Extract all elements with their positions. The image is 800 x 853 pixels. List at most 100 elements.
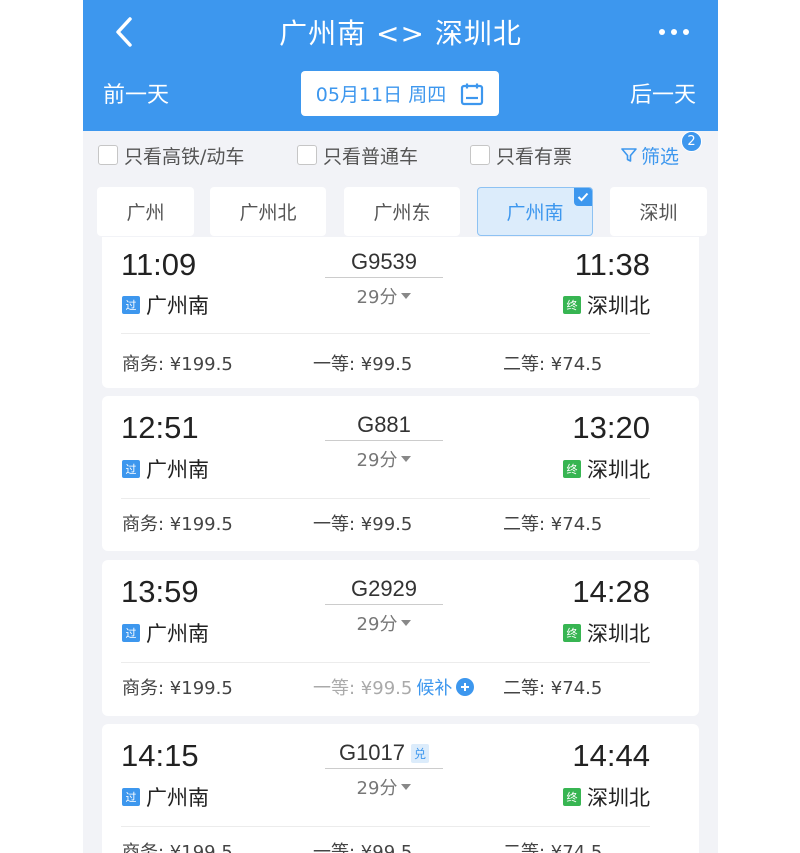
exchange-badge: 兑: [411, 743, 430, 763]
station-name: 深圳北: [587, 294, 650, 318]
duration-text: 29分: [356, 287, 398, 308]
duration: 29分: [325, 774, 443, 800]
end-tag: 终: [563, 788, 581, 806]
station-name: 广州南: [146, 458, 209, 482]
filter-label: 只看普通车: [323, 145, 419, 168]
station-tabs: 广州 广州北 广州东 广州南 深圳: [97, 187, 707, 237]
waitlist-label: 候补: [416, 678, 453, 699]
divider: [121, 333, 650, 334]
filter-high-speed[interactable]: 只看高铁/动车: [98, 142, 244, 169]
departure-station: 过广州南: [122, 618, 209, 648]
checkbox-icon: [297, 145, 317, 165]
caret-down-icon: [401, 784, 412, 790]
train-card[interactable]: 14:15 G1017 兑 14:44 过广州南 29分 终深圳北 商务: ¥19…: [102, 724, 699, 853]
route-title: 广州南 <> 深圳北: [279, 17, 522, 50]
next-day-button[interactable]: 后一天: [630, 77, 696, 109]
train-number: G1017 兑: [325, 740, 443, 769]
price-second-class: 二等: ¥74.5: [503, 678, 603, 699]
filter-bar: 只看高铁/动车 只看普通车 只看有票 筛选: [83, 131, 718, 179]
prev-day-button[interactable]: 前一天: [103, 77, 169, 109]
station-tab-guangzhounan[interactable]: 广州南: [477, 187, 593, 236]
price-first-class: 一等: ¥99.5: [313, 354, 413, 375]
top-header: 广州南 <> 深圳北 前一天 05月11日 周四 后一天: [83, 0, 718, 131]
arrival-station: 终深圳北: [563, 618, 650, 648]
train-number-text: G881: [357, 412, 411, 437]
check-icon: [574, 188, 592, 206]
duration-text: 29分: [356, 778, 398, 799]
station-tab-guangzhoubei[interactable]: 广州北: [210, 187, 326, 236]
arrival-time: 13:20: [572, 410, 650, 445]
screen-button[interactable]: 筛选: [621, 142, 679, 169]
departure-time: 13:59: [121, 574, 199, 609]
station-name: 广州南: [146, 622, 209, 646]
station-tab-guangzhou[interactable]: 广州: [97, 187, 194, 236]
caret-down-icon: [401, 620, 412, 626]
pass-tag: 过: [122, 788, 140, 806]
price-second-class: 二等: ¥74.5: [503, 514, 603, 535]
train-number: G9539: [325, 249, 443, 278]
train-card[interactable]: 13:59 G2929 14:28 过广州南 29分 终深圳北 商务: ¥199…: [102, 560, 699, 716]
phone-screen: 广州南 <> 深圳北 前一天 05月11日 周四 后一天 只看高铁/动车 只看普…: [83, 0, 718, 853]
caret-down-icon: [401, 456, 412, 462]
caret-down-icon: [401, 293, 412, 299]
more-button[interactable]: [654, 14, 694, 50]
arrival-time: 14:28: [572, 574, 650, 609]
arrival-station: 终深圳北: [563, 782, 650, 812]
funnel-icon: [621, 148, 637, 162]
price-first-class: 一等: ¥99.5: [313, 842, 413, 853]
price-first-class: 一等: ¥99.5: [313, 514, 413, 535]
arrival-time: 11:38: [574, 247, 650, 282]
train-card[interactable]: 11:09 G9539 11:38 过广州南 29分 终深圳北 商务: ¥199…: [102, 237, 699, 388]
filter-label: 只看有票: [496, 145, 573, 168]
end-tag: 终: [563, 624, 581, 642]
arrival-time: 14:44: [572, 738, 650, 773]
duration: 29分: [325, 610, 443, 636]
end-tag: 终: [563, 296, 581, 314]
plus-icon: [461, 683, 470, 691]
departure-time: 11:09: [121, 247, 197, 282]
departure-station: 过广州南: [122, 454, 209, 484]
departure-time: 12:51: [121, 410, 199, 445]
price-business: 商务: ¥199.5: [122, 354, 233, 375]
filter-normal-train[interactable]: 只看普通车: [297, 142, 418, 169]
arrival-station: 终深圳北: [563, 454, 650, 484]
price-second-class: 二等: ¥74.5: [503, 354, 603, 375]
train-number-text: G2929: [350, 576, 418, 601]
price-first-class: 一等: ¥99.5 候补: [313, 674, 475, 700]
train-number: G2929: [325, 576, 443, 605]
divider: [121, 662, 650, 663]
station-tab-shenzhen[interactable]: 深圳: [610, 187, 707, 236]
train-card[interactable]: 12:51 G881 13:20 过广州南 29分 终深圳北 商务: ¥199.…: [102, 396, 699, 551]
end-tag: 终: [563, 460, 581, 478]
departure-time: 14:15: [121, 738, 199, 773]
screen-label: 筛选: [641, 145, 680, 168]
price-business: 商务: ¥199.5: [122, 678, 233, 699]
duration: 29分: [325, 446, 443, 472]
duration-text: 29分: [356, 614, 398, 635]
divider: [121, 826, 650, 827]
station-name: 深圳北: [587, 786, 650, 810]
price-business: 商务: ¥199.5: [122, 842, 233, 853]
price-business: 商务: ¥199.5: [122, 514, 233, 535]
date-picker[interactable]: 05月11日 周四: [301, 71, 499, 116]
filter-count-badge: 2: [681, 131, 702, 152]
duration: 29分: [325, 283, 443, 309]
departure-station: 过广州南: [122, 782, 209, 812]
price-first-text: 一等: ¥99.5: [313, 678, 413, 699]
station-name: 广州南: [146, 294, 209, 318]
checkbox-icon: [470, 145, 490, 165]
checkbox-icon: [98, 145, 118, 165]
station-tab-label: 广州南: [506, 202, 564, 224]
date-text: 05月11日 周四: [315, 84, 447, 106]
price-second-class: 二等: ¥74.5: [503, 842, 603, 853]
arrival-station: 终深圳北: [563, 290, 650, 320]
station-tab-guangzhoudong[interactable]: 广州东: [344, 187, 460, 236]
pass-tag: 过: [122, 460, 140, 478]
train-number-text: G9539: [350, 249, 418, 274]
station-name: 深圳北: [587, 622, 650, 646]
pass-tag: 过: [122, 296, 140, 314]
waitlist-add-button[interactable]: [456, 678, 475, 696]
station-name: 广州南: [146, 786, 209, 810]
filter-available[interactable]: 只看有票: [470, 142, 572, 169]
pass-tag: 过: [122, 624, 140, 642]
